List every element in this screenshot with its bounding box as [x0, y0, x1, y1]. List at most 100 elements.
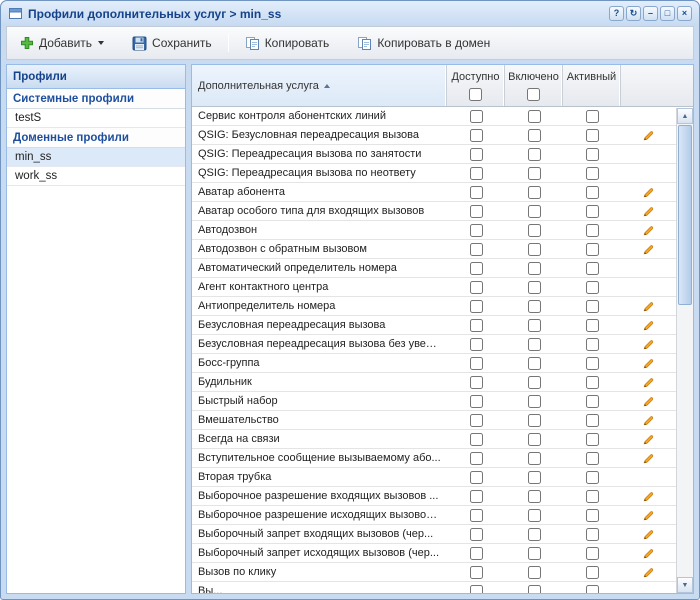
enabled-checkbox[interactable] — [528, 281, 541, 294]
active-checkbox[interactable] — [586, 338, 599, 351]
enabled-checkbox[interactable] — [528, 376, 541, 389]
available-checkbox[interactable] — [470, 186, 483, 199]
available-checkbox[interactable] — [470, 224, 483, 237]
add-button[interactable]: Добавить — [13, 32, 111, 54]
titlebar[interactable]: Профили дополнительных услуг > min_ss ? … — [1, 1, 699, 26]
available-header-checkbox[interactable] — [469, 88, 482, 101]
enabled-checkbox[interactable] — [528, 471, 541, 484]
edit-icon[interactable] — [642, 205, 655, 218]
active-checkbox[interactable] — [586, 281, 599, 294]
active-checkbox[interactable] — [586, 509, 599, 522]
edit-icon[interactable] — [642, 376, 655, 389]
table-row[interactable]: Босс-группа — [192, 354, 676, 373]
enabled-checkbox[interactable] — [528, 243, 541, 256]
edit-icon[interactable] — [642, 243, 655, 256]
table-row[interactable]: Вступительное сообщение вызываемому або.… — [192, 449, 676, 468]
active-checkbox[interactable] — [586, 148, 599, 161]
edit-icon[interactable] — [642, 357, 655, 370]
close-button[interactable]: × — [677, 6, 692, 21]
refresh-button[interactable]: ↻ — [626, 6, 641, 21]
enabled-checkbox[interactable] — [528, 528, 541, 541]
available-checkbox[interactable] — [470, 281, 483, 294]
table-row[interactable]: Выборочное разрешение входящих вызовов .… — [192, 487, 676, 506]
enabled-checkbox[interactable] — [528, 110, 541, 123]
active-checkbox[interactable] — [586, 490, 599, 503]
column-available[interactable]: Доступно — [447, 65, 505, 106]
active-checkbox[interactable] — [586, 186, 599, 199]
available-checkbox[interactable] — [470, 490, 483, 503]
table-row[interactable]: Антиопределитель номера — [192, 297, 676, 316]
edit-icon[interactable] — [642, 490, 655, 503]
enabled-checkbox[interactable] — [528, 167, 541, 180]
active-checkbox[interactable] — [586, 414, 599, 427]
table-row[interactable]: Автоматический определитель номера — [192, 259, 676, 278]
table-row[interactable]: Вызов по клику — [192, 563, 676, 582]
enabled-checkbox[interactable] — [528, 205, 541, 218]
active-checkbox[interactable] — [586, 566, 599, 579]
active-checkbox[interactable] — [586, 129, 599, 142]
edit-icon[interactable] — [642, 566, 655, 579]
active-checkbox[interactable] — [586, 262, 599, 275]
edit-icon[interactable] — [642, 319, 655, 332]
edit-icon[interactable] — [642, 452, 655, 465]
table-row[interactable]: Всегда на связи — [192, 430, 676, 449]
table-row[interactable]: Сервис контроля абонентских линий — [192, 107, 676, 126]
enabled-checkbox[interactable] — [528, 509, 541, 522]
available-checkbox[interactable] — [470, 395, 483, 408]
table-row[interactable]: Автодозвон — [192, 221, 676, 240]
enabled-checkbox[interactable] — [528, 129, 541, 142]
enabled-header-checkbox[interactable] — [527, 88, 540, 101]
table-row[interactable]: QSIG: Переадресация вызова по неответу — [192, 164, 676, 183]
scroll-thumb[interactable] — [678, 125, 692, 305]
table-row[interactable]: Быстрый набор — [192, 392, 676, 411]
available-checkbox[interactable] — [470, 471, 483, 484]
table-row[interactable]: Выборочный запрет исходящих вызовов (чер… — [192, 544, 676, 563]
available-checkbox[interactable] — [470, 338, 483, 351]
scrollbar[interactable]: ▲ ▼ — [676, 108, 693, 593]
enabled-checkbox[interactable] — [528, 300, 541, 313]
profile-item[interactable]: work_ss — [7, 167, 185, 186]
edit-icon[interactable] — [642, 395, 655, 408]
edit-icon[interactable] — [642, 433, 655, 446]
edit-icon[interactable] — [642, 224, 655, 237]
edit-icon[interactable] — [642, 528, 655, 541]
copy-button[interactable]: Копировать — [238, 32, 337, 55]
enabled-checkbox[interactable] — [528, 433, 541, 446]
available-checkbox[interactable] — [470, 319, 483, 332]
enabled-checkbox[interactable] — [528, 338, 541, 351]
enabled-checkbox[interactable] — [528, 585, 541, 594]
enabled-checkbox[interactable] — [528, 490, 541, 503]
enabled-checkbox[interactable] — [528, 262, 541, 275]
column-service[interactable]: Дополнительная услуга — [192, 65, 447, 106]
enabled-checkbox[interactable] — [528, 566, 541, 579]
enabled-checkbox[interactable] — [528, 414, 541, 427]
table-row[interactable]: QSIG: Переадресация вызова по занятости — [192, 145, 676, 164]
enabled-checkbox[interactable] — [528, 452, 541, 465]
enabled-checkbox[interactable] — [528, 547, 541, 560]
enabled-checkbox[interactable] — [528, 395, 541, 408]
profile-item[interactable]: min_ss — [7, 148, 185, 167]
active-checkbox[interactable] — [586, 585, 599, 594]
column-enabled[interactable]: Включено — [505, 65, 563, 106]
active-checkbox[interactable] — [586, 452, 599, 465]
available-checkbox[interactable] — [470, 547, 483, 560]
scroll-up-button[interactable]: ▲ — [677, 108, 693, 124]
active-checkbox[interactable] — [586, 319, 599, 332]
enabled-checkbox[interactable] — [528, 186, 541, 199]
table-row[interactable]: Аватар абонента — [192, 183, 676, 202]
active-checkbox[interactable] — [586, 471, 599, 484]
table-row[interactable]: Выборочное разрешение исходящих вызовов.… — [192, 506, 676, 525]
active-checkbox[interactable] — [586, 300, 599, 313]
active-checkbox[interactable] — [586, 376, 599, 389]
active-checkbox[interactable] — [586, 243, 599, 256]
active-checkbox[interactable] — [586, 433, 599, 446]
edit-icon[interactable] — [642, 547, 655, 560]
edit-icon[interactable] — [642, 300, 655, 313]
table-row[interactable]: Вы... — [192, 582, 676, 593]
table-row[interactable]: QSIG: Безусловная переадресация вызова — [192, 126, 676, 145]
table-row[interactable]: Вмешательство — [192, 411, 676, 430]
maximize-button[interactable]: □ — [660, 6, 675, 21]
available-checkbox[interactable] — [470, 205, 483, 218]
active-checkbox[interactable] — [586, 528, 599, 541]
available-checkbox[interactable] — [470, 376, 483, 389]
